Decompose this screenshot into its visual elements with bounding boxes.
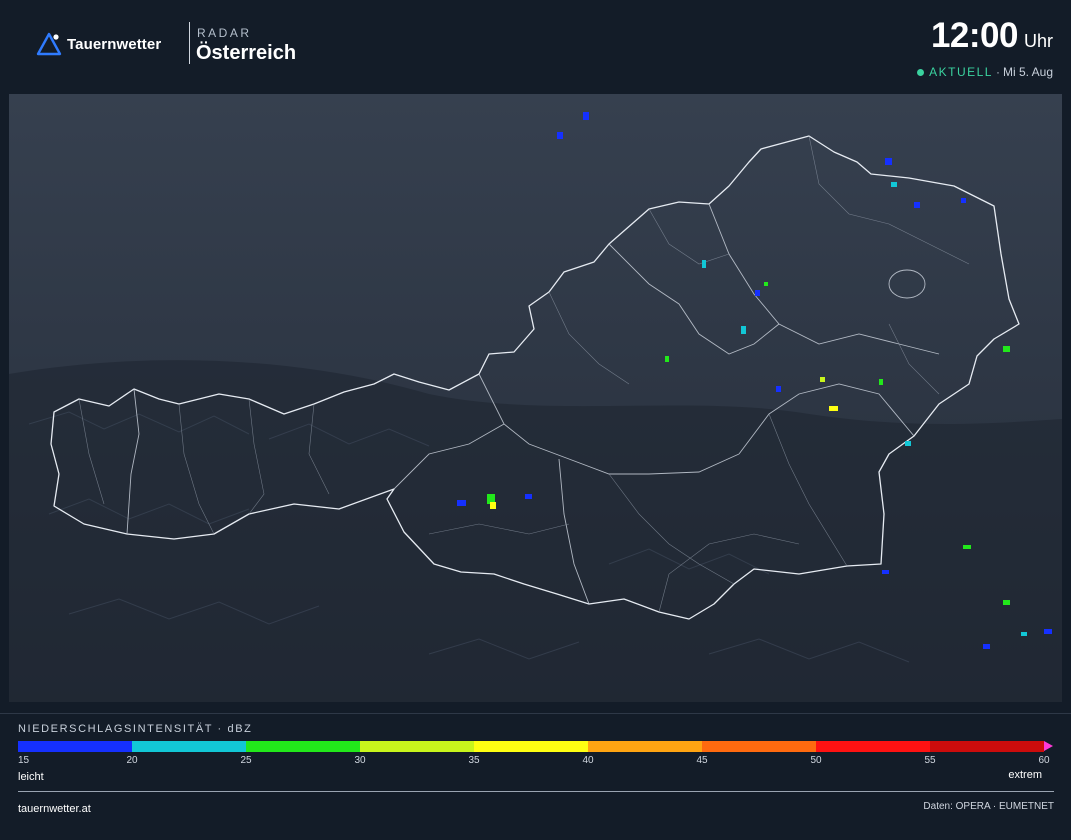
scale-tick-label: 35: [468, 755, 480, 766]
scale-segment: [360, 741, 474, 752]
clock-unit: Uhr: [1023, 31, 1053, 51]
scale-segment: [588, 741, 702, 752]
status-separator: ·: [995, 65, 1000, 79]
live-dot-icon: [917, 68, 925, 76]
scale-segment: [474, 741, 588, 752]
scale-tick-label: 15: [18, 755, 30, 766]
scale-segment: [930, 741, 1044, 752]
radar-map-canvas: [9, 94, 1062, 702]
status-live: AKTUELL: [929, 65, 993, 79]
header-divider: [189, 22, 190, 64]
scale-arrow-icon: [1044, 741, 1053, 751]
scale-segment: [246, 741, 360, 752]
header: Tauernwetter RADAR Österreich 12:00 Uhr …: [0, 0, 1071, 88]
brand-logo[interactable]: Tauernwetter: [36, 32, 161, 56]
scale-tick-label: 40: [582, 755, 594, 766]
legend-title: NIEDERSCHLAGSINTENSITÄT · dBZ: [18, 723, 253, 735]
status-date: Mi 5. Aug: [1002, 65, 1053, 79]
scale-segment: [702, 741, 816, 752]
scale-segment: [816, 741, 930, 752]
color-scale: [18, 741, 1044, 752]
scale-tick-label: 55: [924, 755, 936, 766]
scale-tick-label: 30: [354, 755, 366, 766]
triangle-logo-icon: [36, 32, 62, 56]
clock-time: 12:00: [930, 16, 1019, 55]
page-kicker: RADAR: [197, 26, 252, 40]
scale-segment: [132, 741, 246, 752]
status-line: AKTUELL · Mi 5. Aug: [917, 65, 1053, 79]
brand-name: Tauernwetter: [67, 35, 162, 53]
footer-divider: [18, 791, 1054, 792]
scale-tick-label: 50: [810, 755, 822, 766]
scale-tick-label: 20: [126, 755, 138, 766]
scale-label-low: leicht: [18, 771, 44, 783]
scale-segment: [18, 741, 132, 752]
page-title: Österreich: [196, 42, 297, 64]
scale-label-high: extrem: [1008, 769, 1042, 781]
scale-tick-label: 45: [696, 755, 708, 766]
radar-map[interactable]: [9, 94, 1062, 702]
clock: 12:00 Uhr: [931, 16, 1053, 56]
footer-site-link[interactable]: tauernwetter.at: [18, 803, 91, 815]
scale-tick-label: 25: [240, 755, 252, 766]
scale-tick-label: 60: [1038, 755, 1050, 766]
footer-source: Daten: OPERA · EUMETNET: [923, 801, 1054, 812]
legend-divider: [0, 713, 1071, 714]
